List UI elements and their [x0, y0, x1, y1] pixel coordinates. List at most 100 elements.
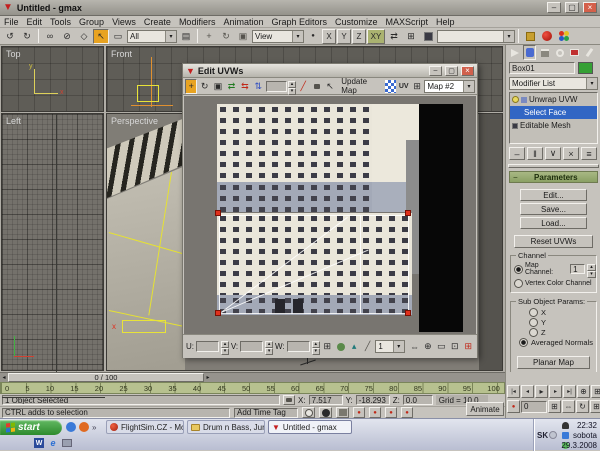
key-filter-icon[interactable]: ●: [369, 407, 381, 418]
menu-tools[interactable]: Tools: [46, 17, 75, 27]
uv-move-icon[interactable]: +: [185, 78, 198, 94]
menu-create[interactable]: Create: [140, 17, 175, 27]
sub-object-z-radio[interactable]: [529, 328, 538, 337]
uv-seam-vertical[interactable]: [360, 215, 361, 314]
coord-x-field[interactable]: 7.517: [308, 395, 343, 405]
key-filter-icon[interactable]: ●: [353, 407, 365, 418]
make-unique-icon[interactable]: ∨: [545, 147, 561, 160]
add-time-tag-field[interactable]: Add Time Tag: [234, 407, 298, 418]
named-selection-sets-dropdown[interactable]: ▾: [437, 29, 515, 43]
key-filter-icon[interactable]: ●: [401, 407, 413, 418]
chevron-down-icon[interactable]: ▾: [463, 80, 474, 92]
pin-stack-icon[interactable]: –: [509, 147, 525, 160]
overflow-chevron-icon[interactable]: »: [92, 423, 96, 432]
slider-left-arrow-icon[interactable]: ◂: [0, 374, 8, 381]
viewport-front-label[interactable]: Front: [111, 49, 132, 59]
u-field[interactable]: [196, 341, 220, 352]
viewport-top[interactable]: Top x y: [1, 46, 104, 112]
w-spinner[interactable]: ▴ ▾: [311, 341, 320, 355]
spin-up-icon[interactable]: ▴: [311, 341, 320, 348]
edit-button[interactable]: Edit...: [520, 189, 587, 201]
menu-graph-editors[interactable]: Graph Editors: [267, 17, 331, 27]
schematic-view-icon[interactable]: [319, 407, 332, 418]
move-icon[interactable]: +: [201, 28, 217, 44]
map-channel-spinner[interactable]: ▴ ▾: [587, 264, 596, 278]
chevron-down-icon[interactable]: ▾: [165, 30, 176, 42]
track-view-icon[interactable]: [420, 28, 436, 44]
averaged-normals-radio[interactable]: [519, 338, 528, 347]
u-spinner[interactable]: ▴ ▾: [221, 341, 229, 355]
v-spinner[interactable]: ▴ ▾: [265, 341, 274, 355]
vertex-mode-icon[interactable]: ▴: [348, 339, 360, 354]
time-slider-track[interactable]: ◂ 0 / 100 ▸: [0, 372, 505, 382]
utilities-tab-icon[interactable]: [583, 45, 596, 60]
show-end-result-icon[interactable]: ‖: [527, 147, 543, 160]
spin-up-icon[interactable]: ▴: [288, 80, 296, 88]
minimize-button[interactable]: –: [547, 2, 561, 13]
animate-button[interactable]: Animate: [466, 402, 504, 416]
display-tab-icon[interactable]: [568, 45, 581, 60]
parameters-rollout-header[interactable]: − Parameters: [509, 171, 598, 183]
show-map-toggle-icon[interactable]: [384, 78, 397, 94]
uv-vertex-handle[interactable]: [405, 210, 411, 216]
spin-down-icon[interactable]: ▾: [221, 348, 229, 355]
v-field[interactable]: [240, 341, 264, 352]
uv-pan-icon[interactable]: ⇔: [408, 339, 421, 354]
menu-file[interactable]: File: [0, 17, 23, 27]
remove-modifier-icon[interactable]: ×: [563, 147, 579, 160]
chevron-down-icon[interactable]: ▾: [292, 30, 303, 42]
uv-editor-canvas[interactable]: [184, 96, 476, 334]
spin-down-icon[interactable]: ▾: [311, 348, 320, 355]
rotation-angle-field[interactable]: [265, 80, 288, 92]
tray-date[interactable]: 29.3.2008: [561, 441, 597, 450]
object-name-field[interactable]: Box01: [509, 62, 575, 74]
zoom-all-icon[interactable]: ⊞: [591, 385, 600, 398]
arc-rotate-icon[interactable]: ↻: [576, 400, 589, 413]
scale-icon[interactable]: ▣: [235, 28, 251, 44]
chevron-down-icon[interactable]: ▾: [392, 341, 404, 352]
coord-z-field[interactable]: 0.0: [402, 395, 433, 405]
dialog-close-button[interactable]: ×: [461, 65, 474, 76]
object-color-swatch[interactable]: [578, 62, 593, 74]
start-button[interactable]: start: [0, 420, 62, 435]
uv-zoom-region-icon[interactable]: ▭: [435, 339, 448, 354]
close-button[interactable]: ×: [583, 2, 597, 13]
select-object-icon[interactable]: ↖: [93, 28, 109, 44]
taskbar-task-gmax[interactable]: ▼ Untitled - gmax: [268, 420, 352, 434]
bind-to-space-warp-icon[interactable]: ◇: [76, 28, 92, 44]
selection-mode-dropdown[interactable]: 1 ▾: [375, 340, 405, 353]
hierarchy-tab-icon[interactable]: [538, 45, 551, 60]
time-tag-world-icon[interactable]: [302, 407, 315, 418]
viewport-left[interactable]: Left: [1, 113, 105, 398]
uv-flip-vertical-icon[interactable]: ⇅: [252, 78, 265, 94]
uv-options-icon[interactable]: ⊞: [410, 78, 424, 94]
uv-mirror-icon[interactable]: ⇄: [225, 78, 238, 94]
redo-icon[interactable]: ↻: [19, 28, 35, 44]
menu-group[interactable]: Group: [75, 17, 108, 27]
spin-up-icon[interactable]: ▴: [265, 341, 274, 348]
stack-item-editable-mesh[interactable]: Editable Mesh: [510, 119, 597, 132]
update-map-button[interactable]: Update Map: [337, 77, 383, 95]
restrict-y-button[interactable]: Y: [337, 28, 351, 44]
map-channel-field[interactable]: 1: [570, 264, 586, 274]
undo-icon[interactable]: ↺: [2, 28, 18, 44]
word-icon[interactable]: W: [34, 438, 44, 448]
internet-explorer-icon[interactable]: e: [48, 438, 58, 448]
rectangular-selection-region-icon[interactable]: ▭: [110, 28, 126, 44]
uv-zoom-extents-icon[interactable]: ⊡: [449, 339, 461, 354]
play-animation-icon[interactable]: ▸: [535, 385, 548, 398]
chevron-down-icon[interactable]: ▾: [586, 78, 597, 89]
map-dropdown[interactable]: Map #2 ▾: [424, 79, 475, 93]
edge-mode-icon[interactable]: ╱: [361, 339, 374, 354]
snaps-toggle-icon[interactable]: ⊞: [403, 28, 419, 44]
render-icon[interactable]: [539, 28, 555, 44]
dialog-minimize-button[interactable]: –: [429, 65, 442, 76]
material-editor-icon[interactable]: [556, 28, 572, 44]
planar-map-button[interactable]: Planar Map: [517, 356, 590, 369]
menu-help[interactable]: Help: [432, 17, 459, 27]
spin-up-icon[interactable]: ▴: [587, 264, 596, 271]
uv-vertex-handle[interactable]: [215, 210, 221, 216]
go-to-start-icon[interactable]: |◂: [507, 385, 520, 398]
uv-zoom-icon[interactable]: ⊕: [422, 339, 434, 354]
uv-sc[interactable]: ▣: [211, 78, 225, 94]
